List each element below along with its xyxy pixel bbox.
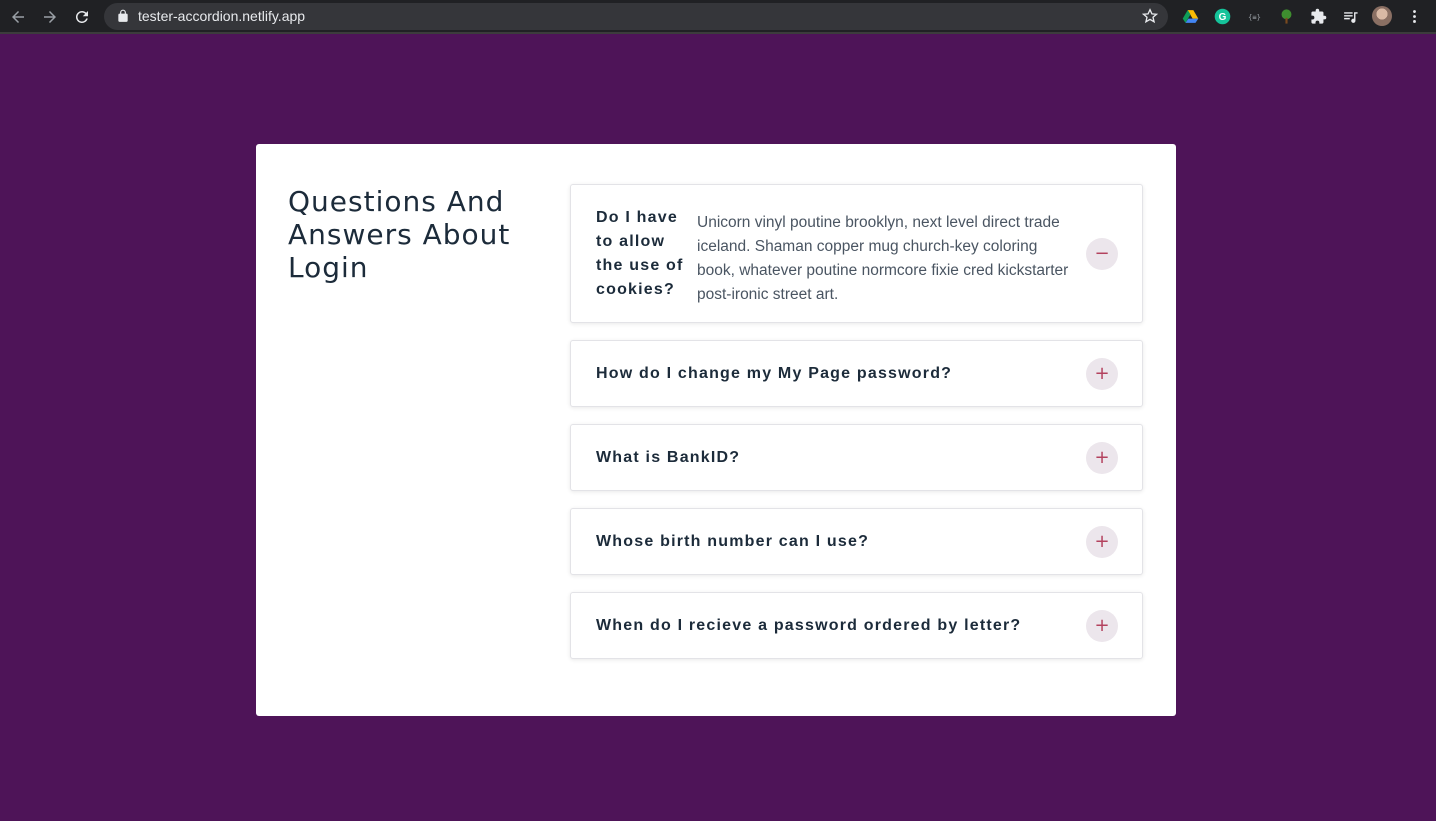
back-arrow-icon[interactable]	[8, 7, 28, 27]
faq-answer: Unicorn vinyl poutine brooklyn, next lev…	[697, 214, 1069, 303]
svg-text:{≡}: {≡}	[1248, 12, 1261, 21]
lock-icon	[116, 9, 130, 23]
json-viewer-icon[interactable]: {≡}	[1245, 7, 1263, 25]
forward-arrow-icon[interactable]	[40, 7, 60, 27]
reload-icon[interactable]	[72, 7, 92, 27]
faq-item-bankid[interactable]: What is BankID? +	[570, 424, 1143, 491]
menu-kebab-icon[interactable]	[1405, 7, 1423, 25]
faq-card: Questions And Answers About Login Do I h…	[256, 144, 1176, 716]
faq-question[interactable]: Whose birth number can I use?	[596, 533, 869, 551]
page-title: Questions And Answers About Login	[288, 185, 511, 284]
google-drive-icon[interactable]	[1181, 7, 1199, 25]
profile-avatar[interactable]	[1372, 6, 1392, 26]
expand-plus-icon[interactable]: +	[1086, 442, 1118, 474]
faq-item-cookies[interactable]: Do I have to allow the use of cookies? U…	[570, 184, 1143, 323]
svg-text:G: G	[1218, 12, 1226, 23]
faq-question[interactable]: What is BankID?	[596, 449, 740, 467]
faq-item-birth-number[interactable]: Whose birth number can I use? +	[570, 508, 1143, 575]
expand-plus-icon[interactable]: +	[1086, 610, 1118, 642]
tree-extension-icon[interactable]	[1277, 7, 1295, 25]
media-queue-icon[interactable]	[1341, 7, 1359, 25]
faq-question[interactable]: Do I have to allow the use of cookies?	[596, 206, 688, 302]
expand-plus-icon[interactable]: +	[1086, 358, 1118, 390]
faq-question[interactable]: When do I recieve a password ordered by …	[596, 617, 1021, 635]
grammarly-icon[interactable]: G	[1213, 7, 1231, 25]
extensions-puzzle-icon[interactable]	[1309, 7, 1327, 25]
faq-item-password[interactable]: How do I change my My Page password? +	[570, 340, 1143, 407]
address-bar[interactable]: tester-accordion.netlify.app	[104, 3, 1168, 30]
collapse-minus-icon[interactable]: −	[1086, 238, 1118, 270]
toolbar-divider	[0, 32, 1436, 34]
faq-item-letter-password[interactable]: When do I recieve a password ordered by …	[570, 592, 1143, 659]
expand-plus-icon[interactable]: +	[1086, 526, 1118, 558]
faq-question[interactable]: How do I change my My Page password?	[596, 365, 952, 383]
bookmark-star-icon[interactable]	[1141, 8, 1159, 24]
url-text: tester-accordion.netlify.app	[138, 8, 306, 24]
browser-toolbar: tester-accordion.netlify.app G {≡}	[0, 0, 1436, 34]
